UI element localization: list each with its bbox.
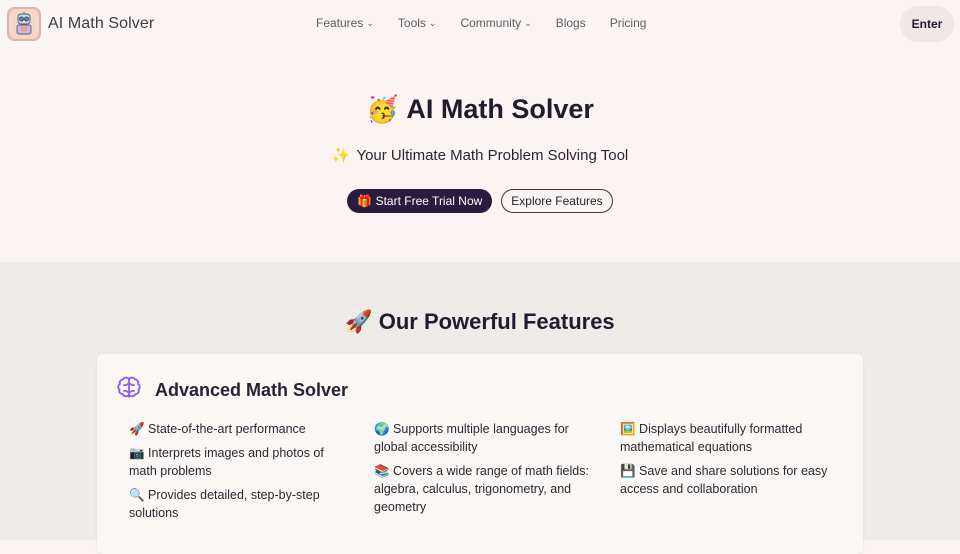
list-item: 🚀 State-of-the-art performance <box>129 422 306 436</box>
menu-item-community[interactable]: Community ⌄ <box>460 16 531 30</box>
list-item: 🖼️ Displays beautifully formatted mathem… <box>620 422 803 454</box>
start-free-trial-button[interactable]: 🎁 Start Free Trial Now <box>347 189 493 213</box>
menu-item-features[interactable]: Features ⌄ <box>316 16 374 30</box>
menu-item-label: Tools <box>397 16 426 30</box>
explore-features-button[interactable]: Explore Features <box>501 189 613 213</box>
card-header: Advanced Math Solver <box>115 374 348 407</box>
feature-column-3: 🖼️ Displays beautifully formatted mathem… <box>620 420 845 504</box>
menu-item-label: Pricing <box>609 16 647 30</box>
hero-title: 🥳 AI Math Solver <box>0 94 960 125</box>
hero-subtitle: ✨ Your Ultimate Math Problem Solving Tool <box>0 146 960 164</box>
list-item: 💾 Save and share solutions for easy acce… <box>620 464 828 496</box>
menu-item-label: Blogs <box>555 16 586 30</box>
party-face-icon: 🥳 <box>366 94 399 124</box>
feature-card: Advanced Math Solver 🚀 State-of-the-art … <box>97 354 863 554</box>
enter-button[interactable]: Enter <box>900 6 954 42</box>
brand[interactable]: AI Math Solver <box>7 7 154 41</box>
chevron-down-icon: ⌄ <box>428 17 437 28</box>
list-item: 📷 Interprets images and photos of math p… <box>129 446 324 478</box>
menu-item-blogs[interactable]: Blogs <box>556 16 586 30</box>
hero-subtitle-text: Your Ultimate Math Problem Solving Tool <box>356 147 629 164</box>
robot-logo-icon <box>7 7 41 41</box>
cta-row: 🎁 Start Free Trial Now Explore Features <box>0 189 960 213</box>
list-item: 📚 Covers a wide range of math fields: al… <box>374 464 589 514</box>
card-title: Advanced Math Solver <box>155 380 349 400</box>
features-title-text: Our Powerful Features <box>378 309 615 334</box>
list-item: 🌍 Supports multiple languages for global… <box>374 422 569 454</box>
menu-item-label: Features <box>316 16 364 30</box>
feature-column-1: 🚀 State-of-the-art performance 📷 Interpr… <box>129 420 354 528</box>
menu-item-tools[interactable]: Tools ⌄ <box>398 16 437 30</box>
top-nav: AI Math Solver Features ⌄ Tools ⌄ Commun… <box>0 0 960 48</box>
list-item: 🔍 Provides detailed, step-by-step soluti… <box>129 488 320 520</box>
main-menu: Features ⌄ Tools ⌄ Community ⌄ Blogs Pri… <box>316 16 670 30</box>
brain-icon <box>115 374 143 407</box>
hero-section: 🥳 AI Math Solver ✨ Your Ultimate Math Pro… <box>0 48 960 262</box>
features-section: 🚀 Our Powerful Features Advanced Math Sol… <box>0 262 960 554</box>
sparkles-icon: ✨ <box>331 147 351 164</box>
rocket-icon: 🚀 <box>345 309 373 334</box>
chevron-down-icon: ⌄ <box>366 17 374 28</box>
menu-item-pricing[interactable]: Pricing <box>610 16 647 30</box>
menu-item-label: Community <box>460 16 522 30</box>
hero-title-text: AI Math Solver <box>406 94 594 124</box>
feature-column-2: 🌍 Supports multiple languages for global… <box>374 420 599 522</box>
chevron-down-icon: ⌄ <box>524 17 532 28</box>
brand-name: AI Math Solver <box>48 15 155 32</box>
features-title: 🚀 Our Powerful Features <box>0 309 960 335</box>
